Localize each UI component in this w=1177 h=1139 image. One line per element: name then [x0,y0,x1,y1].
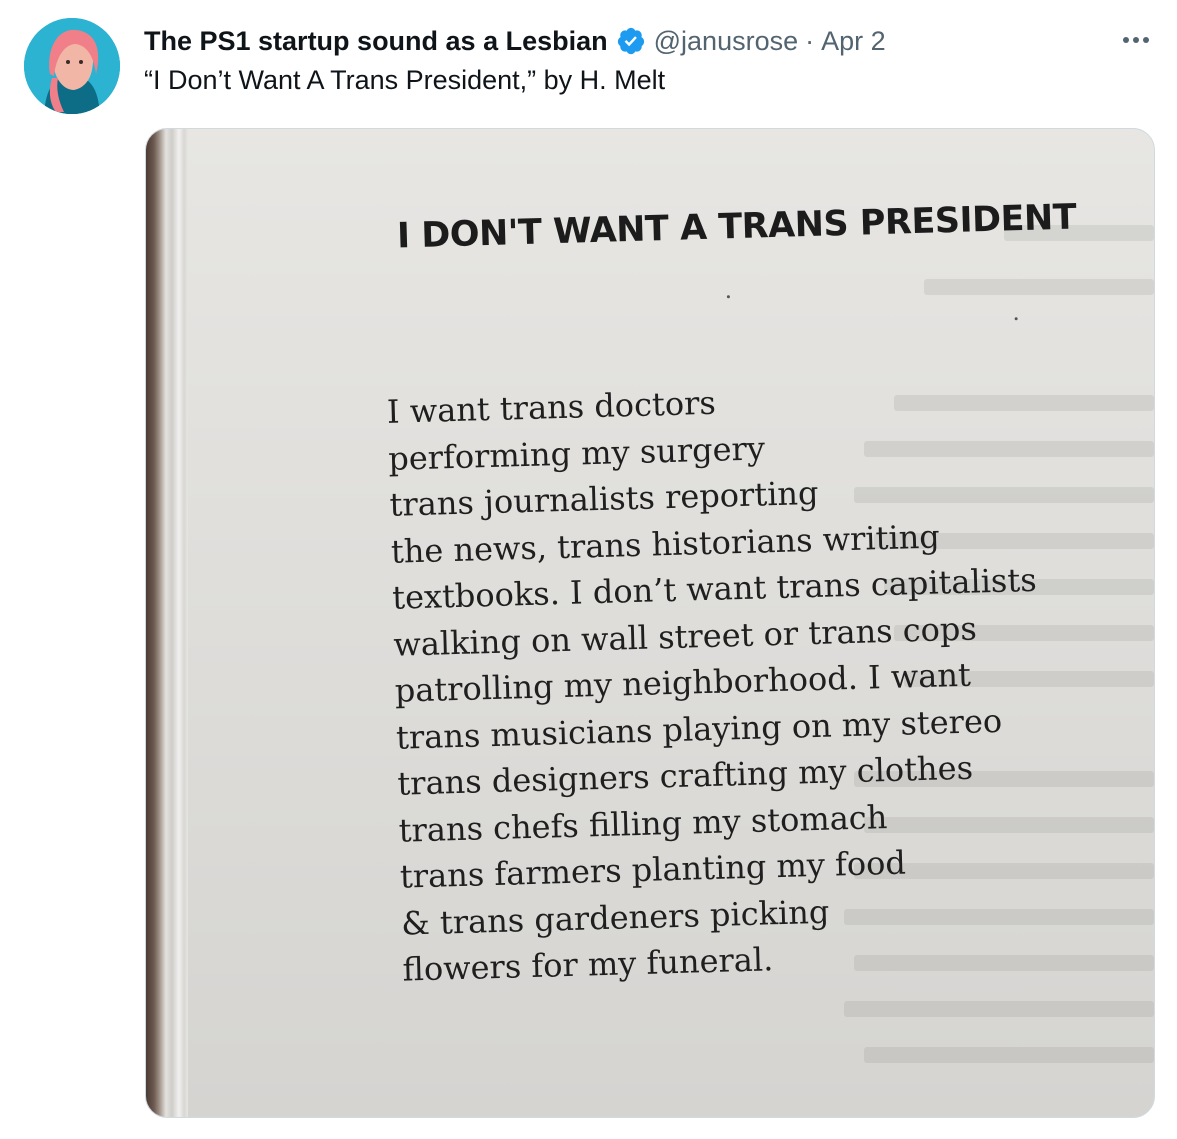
tweet: The PS1 startup sound as a Lesbian @janu… [0,0,1177,1139]
more-horizontal-icon[interactable] [1118,28,1154,52]
tweet-date[interactable]: Apr 2 [821,26,886,57]
poem-title: I DON'T WANT A TRANS PRESIDENT [396,197,1077,257]
tweet-text: “I Don’t Want A Trans President,” by H. … [144,65,666,95]
paper-speck [726,295,730,299]
tweet-media-photo[interactable]: I DON'T WANT A TRANS PRESIDENT I want tr… [145,128,1155,1118]
author-avatar[interactable] [24,18,120,114]
avatar-photo-icon [24,18,120,114]
page-content: I DON'T WANT A TRANS PRESIDENT I want tr… [174,129,1154,1117]
paper-speck [1014,317,1018,321]
verified-badge-icon [616,26,646,56]
poem-text: I want trans doctors performing my surge… [386,371,1047,993]
author-display-name[interactable]: The PS1 startup sound as a Lesbian [144,26,608,57]
author-handle[interactable]: @janusrose [654,26,798,57]
book-page: I DON'T WANT A TRANS PRESIDENT I want tr… [188,129,1154,1117]
header-separator: · [805,25,815,56]
tweet-header: The PS1 startup sound as a Lesbian @janu… [144,22,886,60]
